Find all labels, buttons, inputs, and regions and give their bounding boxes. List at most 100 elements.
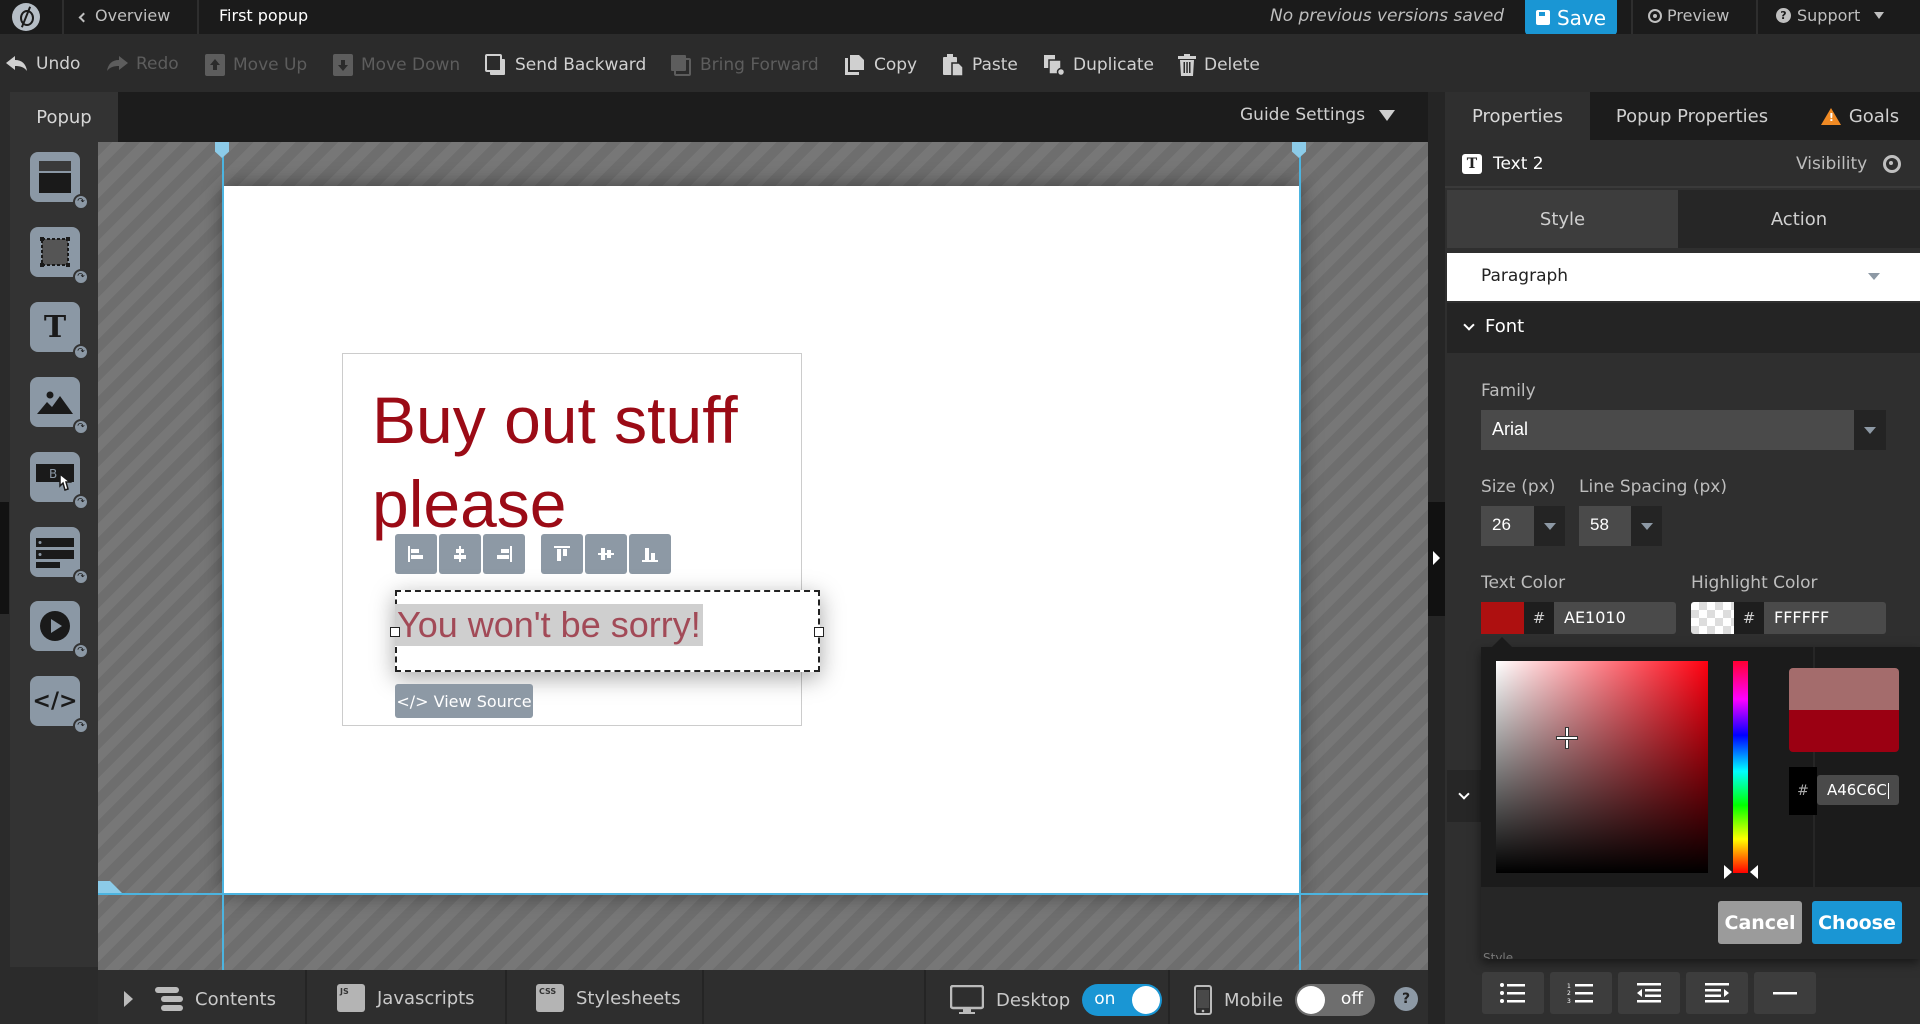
outdent-icon [1637,983,1661,1003]
guide-line-vertical[interactable] [1299,142,1301,970]
more-options-icon[interactable]: ↷ [73,494,89,510]
visibility-toggle[interactable]: Visibility [1796,154,1902,174]
hue-slider[interactable] [1733,661,1748,873]
highlight-color-swatch[interactable] [1691,602,1734,634]
cancel-button[interactable]: Cancel [1718,901,1802,944]
current-color-swatch[interactable] [1789,710,1899,752]
highlight-color-hex-input[interactable]: FFFFFF [1764,602,1886,634]
text-tool[interactable]: T ↷ [30,302,89,360]
move-up-icon [205,54,225,76]
tab-properties[interactable]: Properties [1445,92,1590,140]
picker-hex-input[interactable]: A46C6C [1817,775,1899,805]
preview-button[interactable]: Preview [1648,6,1729,25]
hue-pointer-left-icon[interactable] [1724,865,1732,879]
save-button[interactable]: Save [1525,0,1617,35]
copy-button[interactable]: Copy [844,54,917,76]
align-left-button[interactable] [395,534,437,574]
tab-popup-properties[interactable]: Popup Properties [1592,92,1792,140]
undo-button[interactable]: Undo [6,54,80,74]
guide-settings-dropdown[interactable]: Guide Settings [1240,105,1396,125]
more-options-icon[interactable]: ↷ [73,569,89,585]
save-label: Save [1556,5,1607,30]
box-tool[interactable]: ↷ [30,227,89,285]
text-color-hex-input[interactable]: AE1010 [1554,602,1676,634]
toggle-knob [1297,986,1326,1014]
horizontal-rule-button[interactable] [1754,972,1816,1014]
stylesheets-button[interactable]: CSS Stylesheets [536,984,681,1012]
choose-button[interactable]: Choose [1812,901,1902,944]
bring-forward-button[interactable]: Bring Forward [670,54,819,76]
collapsed-section-toggle[interactable] [1447,770,1481,822]
app-logo[interactable] [10,2,42,32]
canvas-tab-strip [118,92,1428,142]
duplicate-button[interactable]: Duplicate [1043,54,1154,76]
delete-button[interactable]: Delete [1178,54,1260,76]
more-options-icon[interactable]: ↷ [73,344,89,360]
more-options-icon[interactable]: ↷ [73,718,89,734]
send-backward-button[interactable]: Send Backward [485,54,646,76]
outdent-button[interactable] [1618,972,1680,1014]
line-spacing-select[interactable]: 58 [1579,506,1662,546]
tab-goals[interactable]: Goals [1800,92,1920,140]
text-icon: T [43,309,67,345]
button-tool[interactable]: B ↷ [30,452,89,510]
saturation-value-field[interactable] [1496,661,1708,873]
numbered-list-button[interactable]: 123 [1550,972,1612,1014]
align-middle-button[interactable] [585,534,627,574]
left-edge-handle[interactable] [0,502,9,614]
container-tool[interactable]: ↷ [30,152,89,210]
align-center-button[interactable] [439,534,481,574]
font-section-label: Font [1485,316,1525,337]
move-up-button[interactable]: Move Up [205,54,307,76]
more-options-icon[interactable]: ↷ [73,269,89,285]
view-source-button[interactable]: </> View Source [395,684,533,718]
resize-handle-right[interactable] [814,627,824,637]
heading-text-element[interactable]: Buy out stuff please [372,378,792,546]
text-color-swatch[interactable] [1481,602,1524,634]
video-tool[interactable]: ↷ [30,601,89,659]
container-icon [39,161,71,193]
text-type-select[interactable]: Paragraph [1447,253,1920,301]
hue-pointer-right-icon[interactable] [1750,865,1758,879]
selected-text-content[interactable]: You won't be sorry! [395,604,703,646]
color-crosshair-icon[interactable] [1557,728,1577,748]
form-tool[interactable]: ↷ [30,527,89,585]
align-right-button[interactable] [483,534,525,574]
support-menu[interactable]: ? Support [1776,6,1885,25]
divider [62,0,64,34]
paste-icon [943,54,964,76]
hash-label: # [1524,602,1554,634]
resize-handle-left[interactable] [390,627,400,637]
subtab-style[interactable]: Style [1447,190,1678,248]
font-family-select[interactable]: Arial [1481,410,1886,450]
align-bottom-button[interactable] [629,534,671,574]
more-options-icon[interactable]: ↷ [73,419,89,435]
bulleted-list-button[interactable] [1482,972,1544,1014]
collapse-panel-arrow[interactable] [1428,502,1445,616]
overview-link[interactable]: Overview [78,6,170,25]
font-section-header[interactable]: Font [1447,303,1920,353]
font-size-select[interactable]: 26 [1481,506,1565,546]
guide-line-horizontal[interactable] [98,893,1428,895]
contents-toggle[interactable]: Contents [124,984,276,1014]
chevron-down-icon [1458,788,1470,800]
more-options-icon[interactable]: ↷ [73,194,89,210]
bring-forward-label: Bring Forward [700,55,819,75]
move-down-button[interactable]: Move Down [333,54,460,76]
guide-line-vertical[interactable] [222,142,224,970]
tab-popup[interactable]: Popup [10,92,118,142]
undo-icon [6,56,27,71]
more-options-icon[interactable]: ↷ [73,643,89,659]
align-top-button[interactable] [541,534,583,574]
mobile-toggle[interactable]: off [1295,984,1376,1016]
javascripts-button[interactable]: JS Javascripts [337,984,475,1012]
popover-arrow [1492,637,1512,647]
desktop-toggle[interactable]: on [1082,984,1163,1016]
html-tool[interactable]: </> ↷ [30,676,89,734]
indent-button[interactable] [1686,972,1748,1014]
paste-button[interactable]: Paste [942,54,1018,76]
redo-button[interactable]: Redo [106,54,179,74]
image-tool[interactable]: ↷ [30,377,89,435]
help-button[interactable]: ? [1394,987,1418,1011]
subtab-action[interactable]: Action [1678,190,1920,248]
